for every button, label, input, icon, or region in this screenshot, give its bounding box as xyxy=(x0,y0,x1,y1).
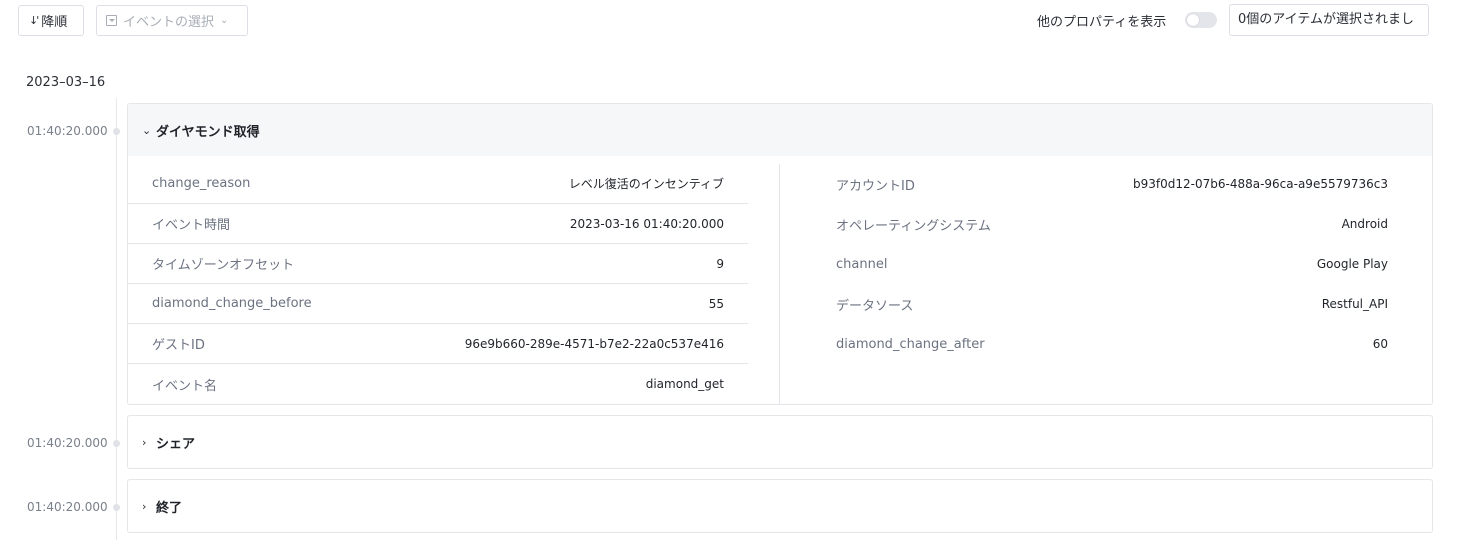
event-card-header[interactable]: ⌄ ダイヤモンド取得 xyxy=(128,104,1432,156)
chevron-down-icon: ⌄ xyxy=(142,123,152,137)
property-row: イベント名 diamond_get xyxy=(128,364,748,404)
timeline-date: 2023–03–16 xyxy=(26,75,106,90)
filter-icon xyxy=(106,15,117,26)
event-properties: change_reason レベル復活のインセンティブ イベント時間 2023-… xyxy=(128,156,1432,404)
timeline-line xyxy=(116,98,117,540)
toolbar: ↓' 降順 イベントの選択 ⌄ 他のプロパティを表示 0個のアイテムが選択されま… xyxy=(0,0,1464,40)
chevron-right-icon: › xyxy=(142,435,147,449)
property-row: change_reason レベル復活のインセンティブ xyxy=(128,164,748,204)
property-key: イベント時間 xyxy=(152,218,231,233)
timeline-dot xyxy=(113,128,120,135)
chevron-down-icon: ⌄ xyxy=(220,15,229,26)
chevron-right-icon: › xyxy=(142,499,147,513)
property-value: レベル復活のインセンティブ xyxy=(568,177,724,191)
property-value: Restful_API xyxy=(1321,297,1388,311)
property-key: diamond_change_before xyxy=(152,296,312,311)
event-card-diamond-get: ⌄ ダイヤモンド取得 change_reason レベル復活のインセンティブ イ… xyxy=(127,103,1433,405)
property-row: オペレーティングシステム Android xyxy=(812,204,1412,244)
event-time: 01:40:20.000 xyxy=(27,500,108,514)
properties-left-column: change_reason レベル復活のインセンティブ イベント時間 2023-… xyxy=(128,164,748,404)
event-card-header[interactable]: › シェア xyxy=(128,416,1432,468)
event-select-placeholder: イベントの選択 xyxy=(123,15,215,30)
event-card-share: › シェア xyxy=(127,415,1433,469)
property-value: 60 xyxy=(1372,337,1388,351)
property-value: 9 xyxy=(716,256,724,271)
property-value: 96e9b660-289e-4571-b7e2-22a0c537e416 xyxy=(464,336,724,351)
property-key: タイムゾーンオフセット xyxy=(152,258,295,273)
show-other-props-toggle[interactable] xyxy=(1185,12,1217,28)
event-card-header[interactable]: › 終了 xyxy=(128,480,1432,532)
event-title: シェア xyxy=(156,436,196,452)
sort-icon: ↓' xyxy=(29,14,39,27)
property-row: ゲストID 96e9b660-289e-4571-b7e2-22a0c537e4… xyxy=(128,324,748,364)
column-divider xyxy=(779,164,780,404)
show-other-props-label: 他のプロパティを表示 xyxy=(1037,15,1167,30)
property-value: 55 xyxy=(708,296,724,311)
property-key: change_reason xyxy=(152,176,251,191)
property-row: diamond_change_after 60 xyxy=(812,324,1412,364)
property-key: diamond_change_after xyxy=(836,336,985,352)
property-row: diamond_change_before 55 xyxy=(128,284,748,324)
property-value: diamond_get xyxy=(645,377,724,391)
event-time: 01:40:20.000 xyxy=(27,436,108,450)
timeline-dot xyxy=(113,504,120,511)
properties-right-column: アカウントID b93f0d12-07b6-488a-96ca-a9e55797… xyxy=(812,164,1412,364)
event-time: 01:40:20.000 xyxy=(27,124,108,138)
event-title: 終了 xyxy=(156,500,183,516)
property-key: イベント名 xyxy=(152,378,218,394)
property-row: データソース Restful_API xyxy=(812,284,1412,324)
property-key: アカウントID xyxy=(836,178,915,194)
property-value: Google Play xyxy=(1316,257,1388,271)
selected-items-text: 0個のアイテムが選択されまし xyxy=(1238,12,1414,27)
property-value: 2023-03-16 01:40:20.000 xyxy=(569,216,724,231)
property-row: タイムゾーンオフセット 9 xyxy=(128,244,748,284)
property-value: b93f0d12-07b6-488a-96ca-a9e5579736c3 xyxy=(1133,177,1388,191)
property-row: channel Google Play xyxy=(812,244,1412,284)
toggle-knob xyxy=(1187,14,1199,26)
sort-order-button[interactable]: ↓' 降順 xyxy=(18,5,84,36)
property-row: アカウントID b93f0d12-07b6-488a-96ca-a9e55797… xyxy=(812,164,1412,204)
property-key: オペレーティングシステム xyxy=(836,218,991,234)
timeline-dot xyxy=(113,440,120,447)
event-title: ダイヤモンド取得 xyxy=(156,124,260,140)
property-key: データソース xyxy=(836,298,914,314)
sort-order-label: 降順 xyxy=(41,15,68,30)
event-card-end: › 終了 xyxy=(127,479,1433,533)
property-value: Android xyxy=(1341,217,1388,231)
event-select-dropdown[interactable]: イベントの選択 ⌄ xyxy=(96,5,248,36)
property-key: ゲストID xyxy=(152,338,205,353)
property-row: イベント時間 2023-03-16 01:40:20.000 xyxy=(128,204,748,244)
selected-items-select[interactable]: 0個のアイテムが選択されまし xyxy=(1229,4,1429,36)
property-key: channel xyxy=(836,256,888,272)
